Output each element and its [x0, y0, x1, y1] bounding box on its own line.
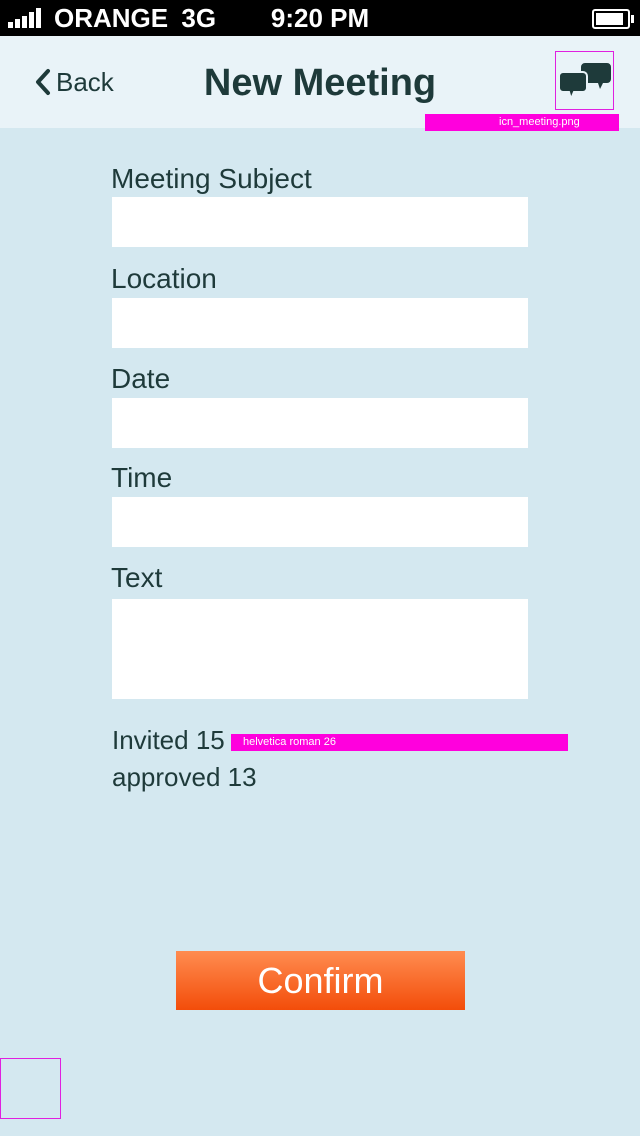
status-bar: ORANGE 3G 9:20 PM — [0, 0, 640, 36]
icon-annotation-text: icn_meeting.png — [499, 116, 580, 128]
text-label: Text — [111, 562, 163, 593]
approved-count: approved 13 — [112, 762, 257, 792]
text-input[interactable] — [112, 599, 528, 699]
icon-annotation: icn_meeting.png — [425, 114, 619, 131]
chat-bubbles-icon — [557, 62, 611, 101]
time-label: Time — [111, 462, 173, 493]
battery-icon — [592, 9, 634, 29]
date-input[interactable] — [112, 398, 528, 448]
date-label: Date — [111, 363, 171, 394]
chevron-left-icon — [36, 69, 50, 95]
placeholder-box — [0, 1058, 61, 1119]
back-button[interactable]: Back — [34, 64, 114, 100]
meeting-subject-label: Meeting Subject — [111, 163, 312, 194]
location-label: Location — [111, 263, 217, 294]
time-input[interactable] — [112, 497, 528, 547]
location-input[interactable] — [112, 298, 528, 348]
font-annotation: helvetica roman 26 — [231, 734, 568, 751]
meeting-subject-input[interactable] — [112, 197, 528, 247]
invited-count: Invited 15 — [112, 725, 225, 755]
battery-level — [596, 13, 623, 25]
font-annotation-text: helvetica roman 26 — [243, 736, 336, 748]
page-title: New Meeting — [203, 62, 437, 104]
meeting-button[interactable] — [555, 51, 614, 110]
back-button-label: Back — [56, 66, 114, 97]
status-time: 9:20 PM — [270, 3, 370, 33]
confirm-button[interactable]: Confirm — [176, 951, 465, 1010]
